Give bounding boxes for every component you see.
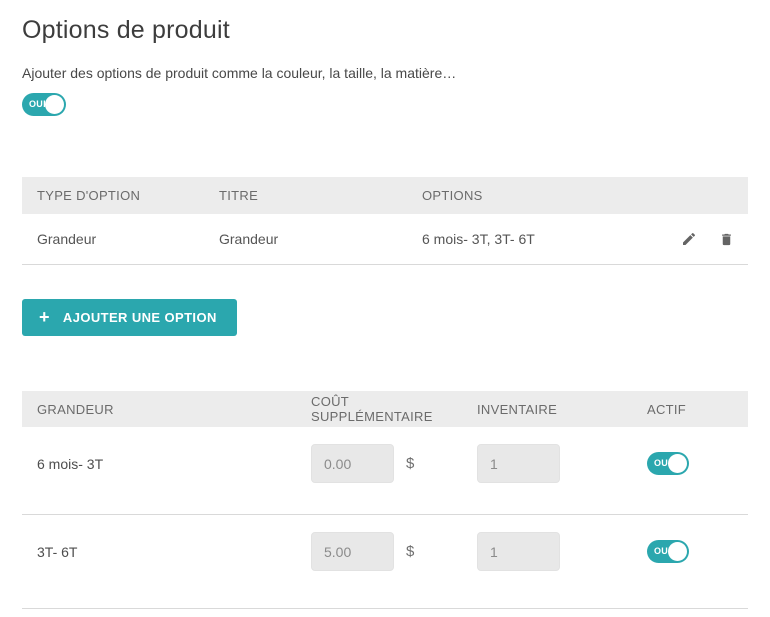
option-titre-value: Grandeur [204, 231, 407, 247]
variant-inventory-cell [462, 532, 632, 571]
header-cout-supplementaire: COÛT SUPPLÉMENTAIRE [296, 394, 462, 424]
header-options: OPTIONS [407, 188, 658, 203]
toggle-knob [668, 454, 687, 473]
add-option-button[interactable]: + AJOUTER UNE OPTION [22, 299, 237, 336]
inventory-input[interactable] [477, 532, 560, 571]
header-grandeur: GRANDEUR [22, 402, 296, 417]
product-options-page: Options de produit Ajouter des options d… [0, 0, 770, 609]
variants-table: GRANDEUR COÛT SUPPLÉMENTAIRE INVENTAIRE … [22, 391, 748, 609]
plus-icon: + [39, 308, 50, 326]
page-title: Options de produit [22, 15, 748, 45]
currency-symbol: $ [406, 543, 414, 560]
toggle-knob [45, 95, 64, 114]
option-type-value: Grandeur [22, 231, 204, 247]
trash-icon[interactable] [719, 231, 734, 248]
option-options-value: 6 mois- 3T, 3T- 6T [407, 231, 658, 247]
toggle-on-label: OUI [22, 93, 46, 116]
variant-row: 3T- 6T $ OUI [22, 515, 748, 609]
inventory-input[interactable] [477, 444, 560, 483]
header-titre: TITRE [204, 188, 407, 203]
header-actif: ACTIF [632, 402, 748, 417]
variant-cost-cell: $ [296, 532, 462, 571]
variant-name: 6 mois- 3T [22, 444, 296, 483]
variant-inventory-cell [462, 444, 632, 483]
add-option-button-label: AJOUTER UNE OPTION [63, 310, 217, 325]
header-inventaire: INVENTAIRE [462, 402, 632, 417]
option-row-actions [658, 231, 748, 248]
option-row: Grandeur Grandeur 6 mois- 3T, 3T- 6T [22, 214, 748, 265]
variant-active-cell: OUI [632, 532, 748, 571]
variant-active-toggle[interactable]: OUI [647, 452, 689, 475]
header-type-option: TYPE D'OPTION [22, 188, 204, 203]
product-options-toggle[interactable]: OUI [22, 93, 66, 116]
variant-name: 3T- 6T [22, 532, 296, 571]
currency-symbol: $ [406, 455, 414, 472]
edit-icon[interactable] [681, 231, 697, 247]
toggle-knob [668, 542, 687, 561]
options-table: TYPE D'OPTION TITRE OPTIONS Grandeur Gra… [22, 177, 748, 265]
variant-row: 6 mois- 3T $ OUI [22, 427, 748, 515]
variant-cost-cell: $ [296, 444, 462, 483]
options-table-header: TYPE D'OPTION TITRE OPTIONS [22, 177, 748, 214]
variant-active-cell: OUI [632, 444, 748, 483]
page-subtitle: Ajouter des options de produit comme la … [22, 64, 748, 82]
variants-table-header: GRANDEUR COÛT SUPPLÉMENTAIRE INVENTAIRE … [22, 391, 748, 427]
cost-input[interactable] [311, 444, 394, 483]
variant-active-toggle[interactable]: OUI [647, 540, 689, 563]
cost-input[interactable] [311, 532, 394, 571]
